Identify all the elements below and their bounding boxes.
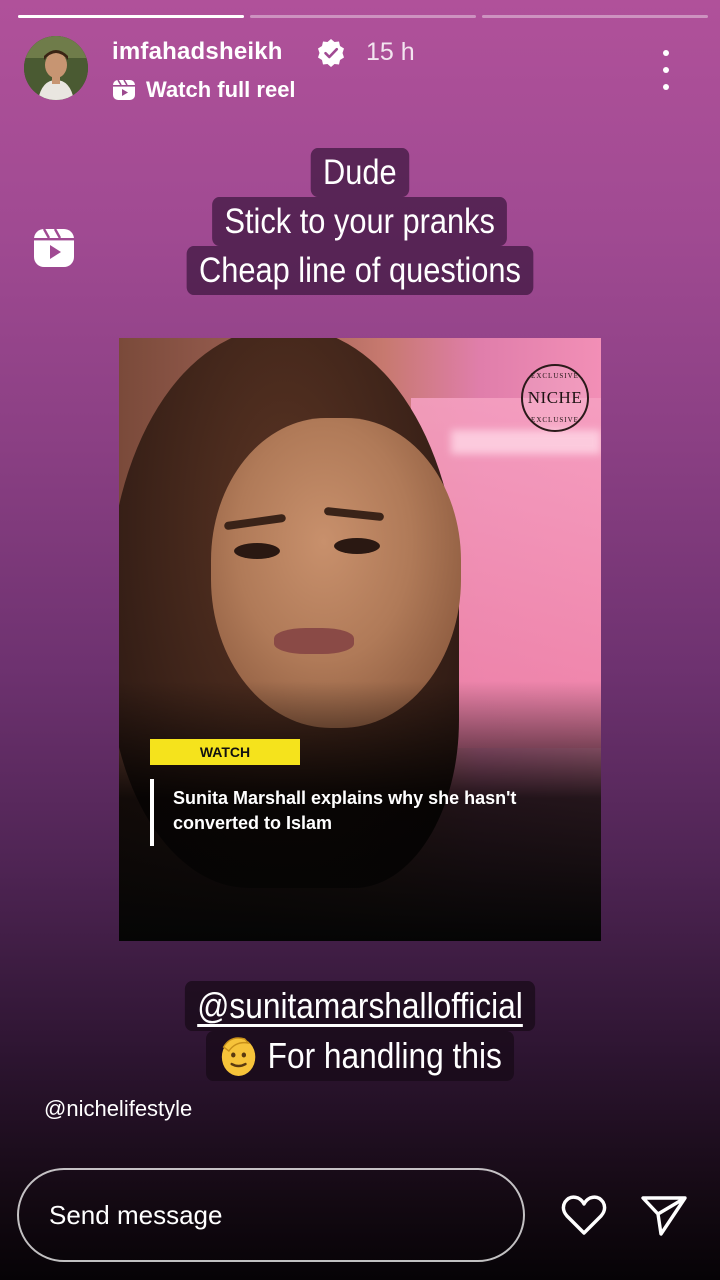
more-options-icon: [663, 50, 669, 56]
send-icon[interactable]: [639, 1190, 689, 1240]
more-options-button[interactable]: [654, 50, 678, 90]
avatar[interactable]: [24, 36, 88, 100]
niche-logo: EXCLUSIVE NICHE EXCLUSIVE: [521, 364, 589, 432]
watch-tag: WATCH: [150, 739, 300, 765]
progress-segment: [18, 15, 244, 18]
reel-title: Sunita Marshall explains why she hasn't …: [173, 788, 517, 833]
caption-line: For handling this: [205, 1031, 515, 1081]
progress-segment: [250, 15, 476, 18]
shared-reel-card[interactable]: EXCLUSIVE NICHE EXCLUSIVE WATCH Sunita M…: [119, 338, 601, 941]
verified-badge-icon: [318, 39, 344, 67]
caption-line: Cheap line of questions: [186, 246, 534, 295]
source-handle[interactable]: @nichelifestyle: [44, 1096, 192, 1122]
story-caption-top: Dude Stick to your pranks Cheap line of …: [0, 148, 720, 295]
story-progress-bar: [18, 15, 708, 18]
heart-icon[interactable]: [559, 1190, 609, 1240]
title-accent-bar: [150, 779, 154, 846]
story-header: imfahadsheikh 15 h Watch full reel: [24, 36, 690, 102]
post-time: 15 h: [366, 38, 415, 66]
username[interactable]: imfahadsheikh: [112, 38, 283, 66]
caption-line: Dude: [310, 148, 410, 197]
caption-text: For handling this: [267, 1035, 502, 1076]
send-message-placeholder: Send message: [49, 1199, 223, 1230]
watch-full-reel-label: Watch full reel: [146, 77, 296, 102]
mention-link[interactable]: @sunitamarshallofficial: [197, 981, 523, 1031]
progress-segment: [482, 15, 708, 18]
reels-icon: [113, 79, 135, 100]
mention-sticker[interactable]: @sunitamarshallofficial: [184, 981, 536, 1031]
caption-line: Stick to your pranks: [212, 197, 508, 246]
story-caption-bottom: @sunitamarshallofficial For handling thi…: [0, 981, 720, 1081]
watch-full-reel-link[interactable]: Watch full reel: [112, 76, 296, 104]
send-message-input[interactable]: Send message: [17, 1168, 525, 1262]
saluting-face-emoji-icon: [221, 1037, 256, 1076]
